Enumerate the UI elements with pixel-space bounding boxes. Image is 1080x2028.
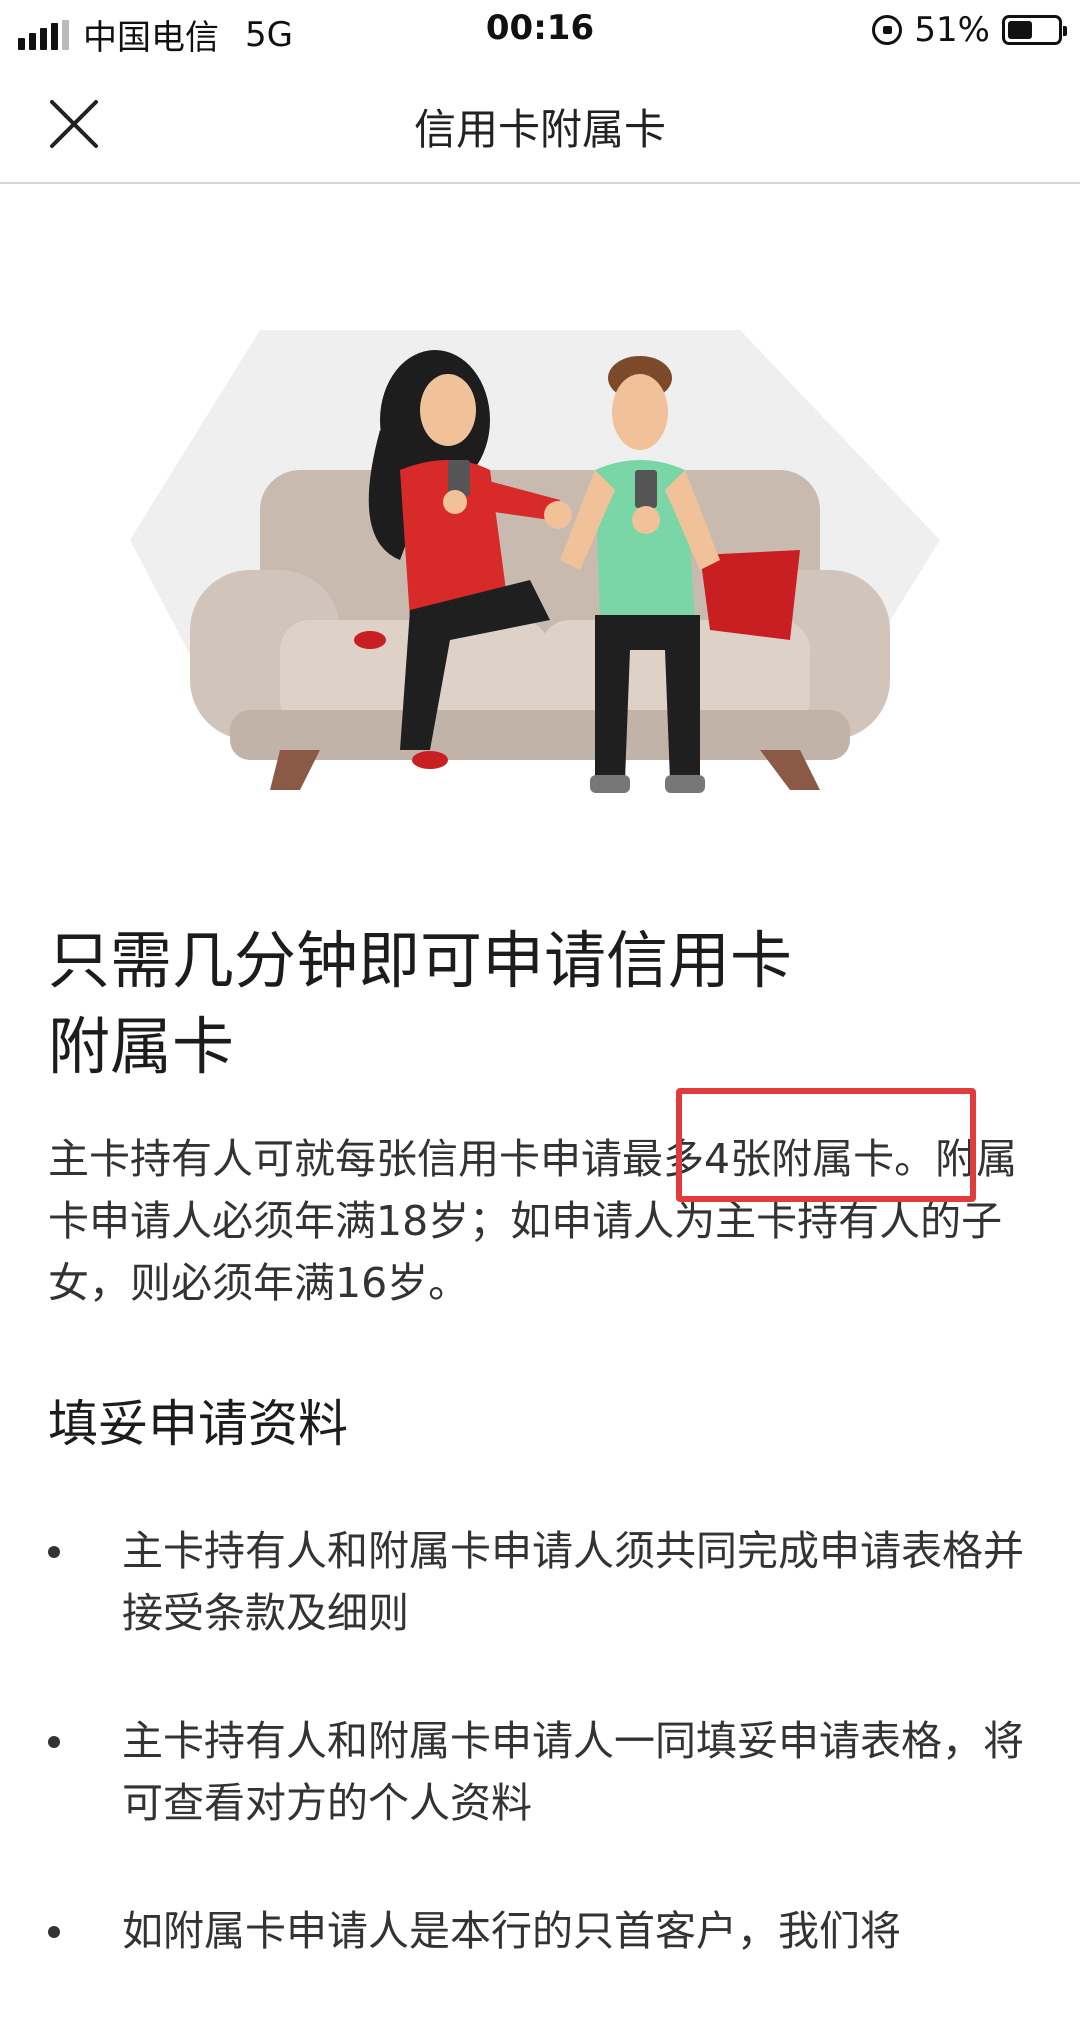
list-item-text: 主卡持有人和附属卡申请人须共同完成申请表格并接受条款及细则 bbox=[122, 1527, 1024, 1637]
bullet-dot bbox=[48, 1736, 60, 1748]
rotation-lock-icon bbox=[872, 15, 903, 45]
status-bar: 中国电信 5G 00:16 51% bbox=[0, 0, 1080, 60]
list-item-text: 如附属卡申请人是本行的只首客户，我们将 bbox=[122, 1907, 901, 1955]
headline: 只需几分钟即可申请信用卡 附属卡 bbox=[48, 918, 1028, 1090]
hero-illustration bbox=[130, 320, 950, 800]
bullet-dot bbox=[48, 1546, 60, 1558]
page-title: 信用卡附属卡 bbox=[413, 105, 666, 154]
nav-bar: 信用卡附属卡 bbox=[0, 60, 1080, 184]
list-item-text: 主卡持有人和附属卡申请人一同填妥申请表格，将可查看对方的个人资料 bbox=[122, 1717, 1024, 1827]
list-item: 主卡持有人和附属卡申请人一同填妥申请表格，将可查看对方的个人资料 bbox=[48, 1710, 1038, 1834]
status-right: 51% bbox=[872, 10, 1067, 50]
battery-percent: 51% bbox=[914, 10, 990, 50]
bullet-list: 主卡持有人和附属卡申请人须共同完成申请表格并接受条款及细则 主卡持有人和附属卡申… bbox=[48, 1520, 1038, 2028]
section-title: 填妥申请资料 bbox=[48, 1395, 348, 1453]
list-item: 主卡持有人和附属卡申请人须共同完成申请表格并接受条款及细则 bbox=[48, 1520, 1038, 1644]
headline-line-2: 附属卡 bbox=[48, 1010, 235, 1083]
battery-icon bbox=[1002, 15, 1067, 45]
highlight-annotation-box bbox=[676, 1088, 976, 1202]
battery-fill bbox=[1008, 21, 1033, 39]
bullet-dot bbox=[48, 1926, 60, 1938]
headline-line-1: 只需几分钟即可申请信用卡 bbox=[48, 924, 793, 997]
couple-on-sofa-illustration bbox=[130, 330, 940, 793]
list-item: 如附属卡申请人是本行的只首客户，我们将 bbox=[48, 1900, 1038, 1962]
